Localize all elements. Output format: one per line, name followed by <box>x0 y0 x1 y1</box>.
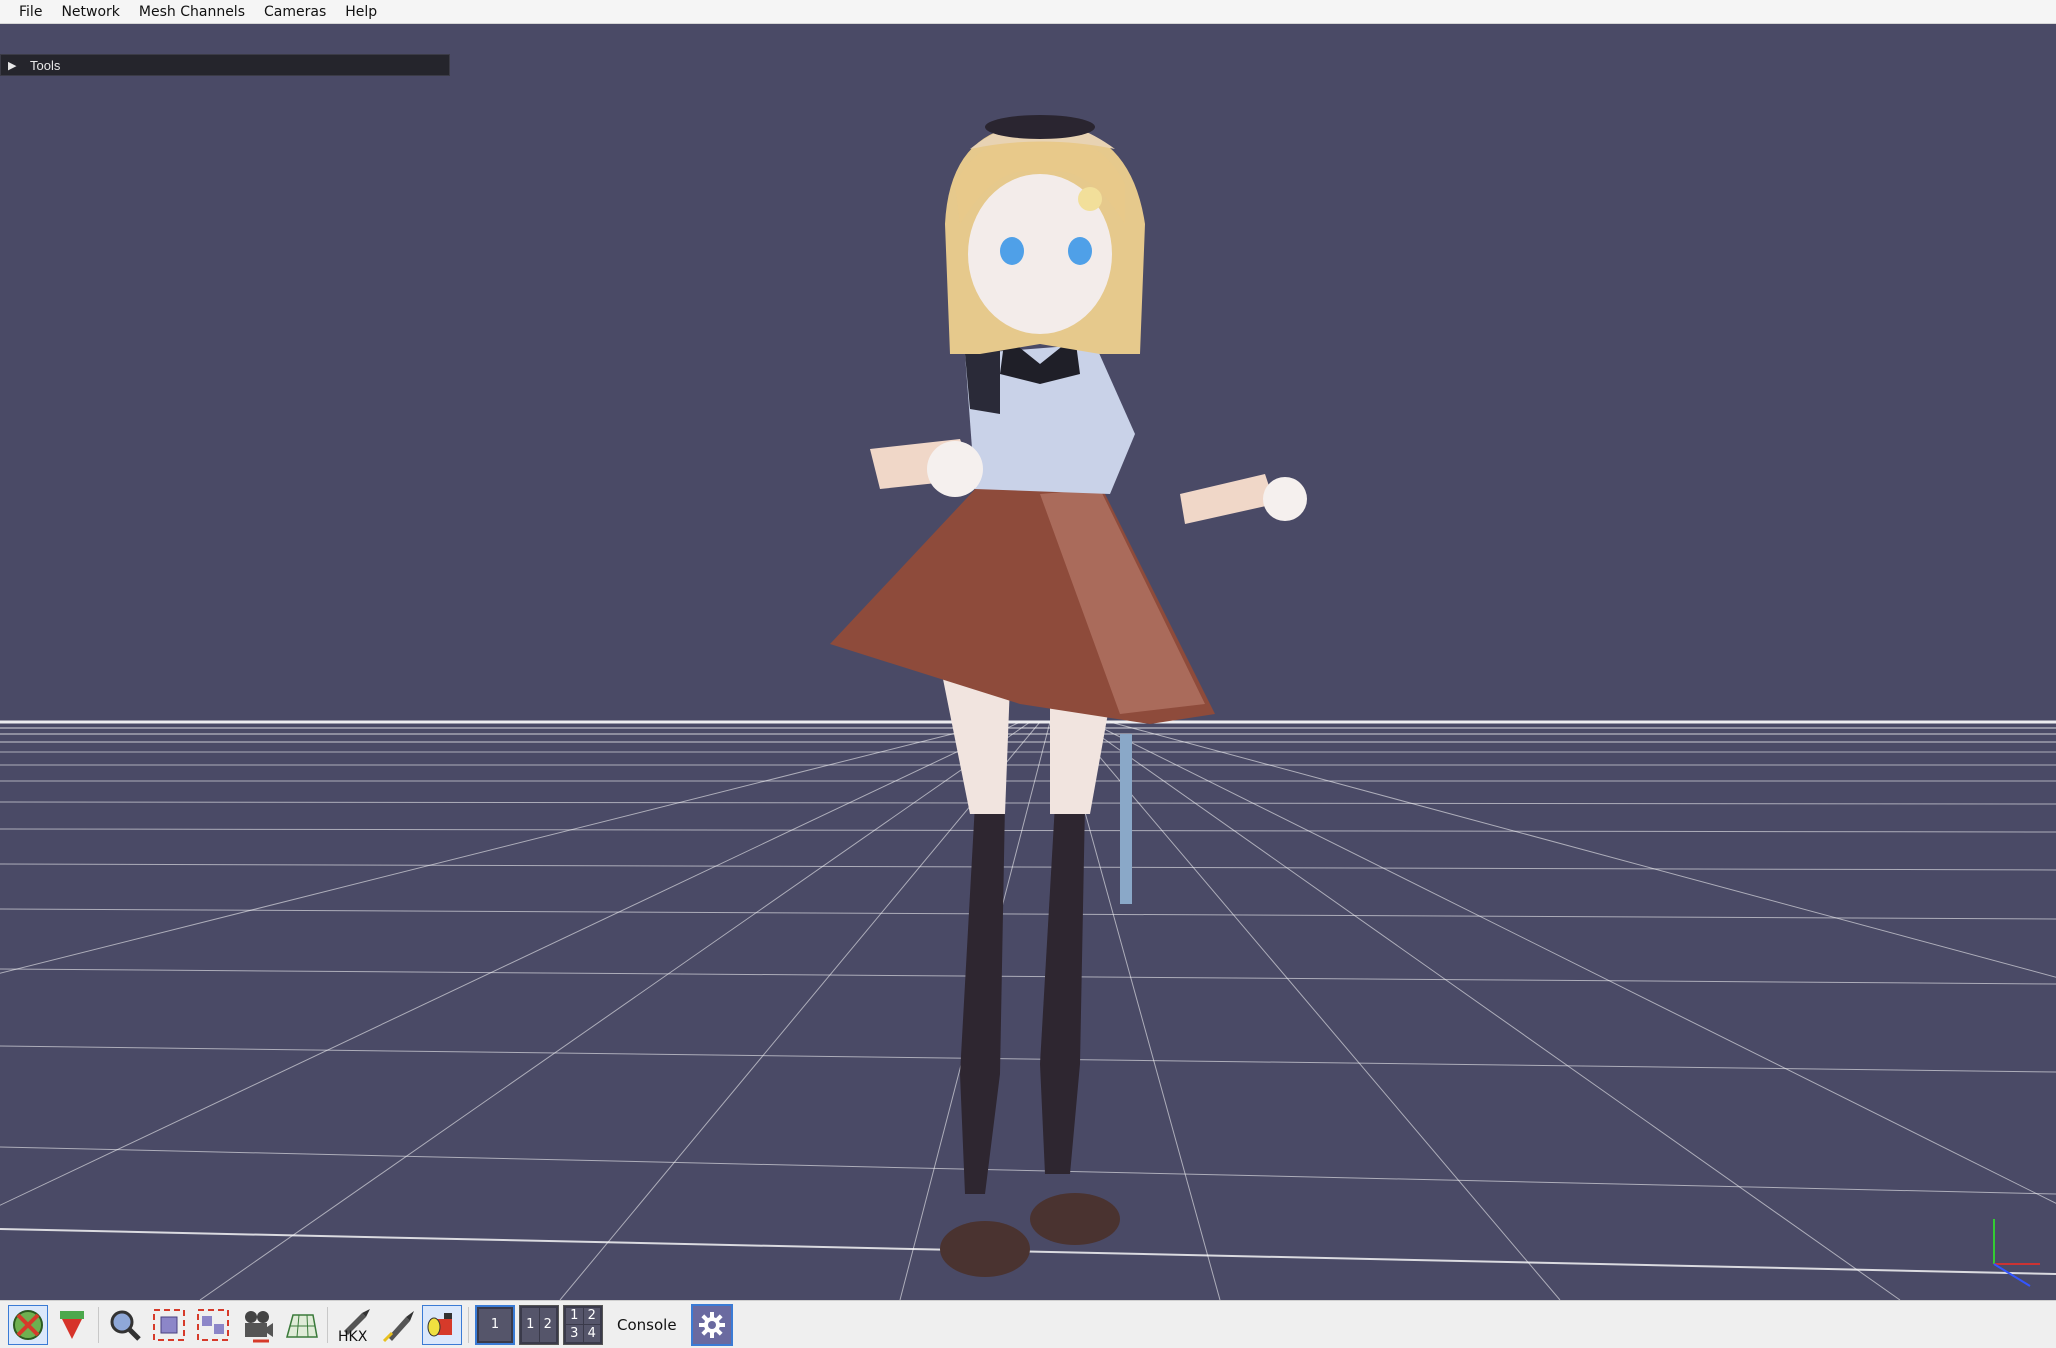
menu-network[interactable]: Network <box>52 2 128 22</box>
axis-gizmo <box>1993 1219 2040 1287</box>
menu-help[interactable]: Help <box>336 2 386 22</box>
zoom-icon <box>110 1310 141 1341</box>
hkx-export-button[interactable]: HKX <box>334 1305 374 1345</box>
menu-cameras[interactable]: Cameras <box>255 2 335 22</box>
camera-record-icon <box>245 1310 273 1342</box>
settings-button[interactable] <box>690 1303 733 1346</box>
layout-cell: 1 <box>566 1307 583 1324</box>
light-icon <box>427 1312 452 1336</box>
layout-single-button[interactable]: 1 <box>475 1304 515 1345</box>
toolbar-separator <box>327 1306 328 1343</box>
toolbar-separator <box>468 1306 469 1343</box>
console-button[interactable]: Console <box>607 1307 687 1343</box>
light-toggle-button[interactable] <box>422 1304 462 1345</box>
pin-icon <box>382 1310 414 1342</box>
reset-pose-icon <box>13 1309 43 1340</box>
zoom-button[interactable] <box>105 1305 145 1345</box>
layout-cell: 3 <box>566 1325 583 1342</box>
tools-panel-header[interactable]: ▶ Tools <box>0 54 450 76</box>
download-animation-button[interactable] <box>52 1305 92 1345</box>
layout-quad-button[interactable]: 1 2 3 4 <box>563 1304 603 1345</box>
layout-double-button[interactable]: 1 2 <box>519 1304 559 1345</box>
menu-file[interactable]: File <box>10 2 51 22</box>
layout-cell: 2 <box>539 1307 556 1342</box>
menu-mesh-channels[interactable]: Mesh Channels <box>130 2 254 22</box>
character-model <box>830 115 1307 1277</box>
gear-icon <box>698 1311 725 1338</box>
floor-grid <box>0 720 2056 1300</box>
menubar: File Network Mesh Channels Cameras Help <box>0 0 2056 24</box>
grid-icon <box>286 1313 318 1338</box>
layout-cell: 1 <box>522 1307 539 1342</box>
frame-all-button[interactable] <box>193 1305 233 1345</box>
toolbar-separator <box>98 1306 99 1343</box>
grid-toggle-button[interactable] <box>281 1305 321 1345</box>
download-animation-icon <box>60 1310 84 1339</box>
tools-panel-label: Tools <box>30 57 61 73</box>
frame-selected-button[interactable] <box>149 1305 189 1345</box>
viewport-scene <box>0 115 2056 1300</box>
layout-cell: 4 <box>583 1325 600 1342</box>
frame-selected-icon <box>153 1308 185 1341</box>
hkx-label: HKX <box>338 1328 368 1345</box>
bottom-toolbar: HKX 1 1 2 1 2 3 4 Console <box>0 1300 2056 1348</box>
layout-cell: 1 <box>479 1308 511 1341</box>
3d-viewport[interactable]: ▶ Tools <box>0 24 2056 1300</box>
expand-arrow-icon[interactable]: ▶ <box>8 59 20 72</box>
layout-cell: 2 <box>583 1307 600 1324</box>
frame-all-icon <box>197 1308 229 1341</box>
reset-pose-button[interactable] <box>8 1304 48 1345</box>
pin-button[interactable] <box>378 1305 418 1345</box>
camera-record-button[interactable] <box>237 1305 277 1345</box>
